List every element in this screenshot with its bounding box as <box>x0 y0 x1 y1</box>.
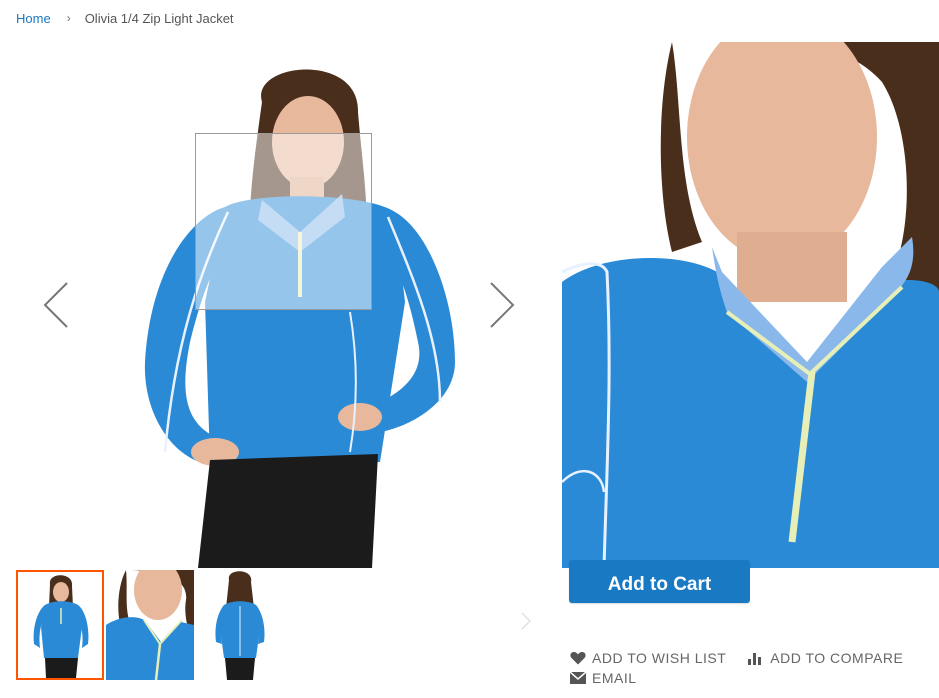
add-to-wishlist-link[interactable]: ADD TO WISH LIST <box>570 650 726 666</box>
thumbnail-strip <box>16 570 284 680</box>
add-to-compare-link[interactable]: ADD TO COMPARE <box>748 650 903 666</box>
product-photo-zoomed <box>562 42 939 568</box>
chevron-right-icon <box>521 612 531 630</box>
email-link[interactable]: EMAIL <box>570 670 637 686</box>
zoom-lens[interactable] <box>195 133 372 310</box>
breadcrumb-current: Olivia 1/4 Zip Light Jacket <box>84 10 234 26</box>
thumbnail-image <box>215 571 265 680</box>
product-social-links: ADD TO WISH LIST ADD TO COMPARE EMAIL <box>570 648 930 688</box>
thumbnail-front[interactable] <box>16 570 104 680</box>
thumbnail-image <box>33 575 89 678</box>
zoomed-image-panel <box>562 42 939 568</box>
breadcrumb: Home › Olivia 1/4 Zip Light Jacket <box>16 9 234 27</box>
thumbnail-closeup[interactable] <box>106 570 194 680</box>
envelope-icon <box>570 672 586 684</box>
breadcrumb-separator: › <box>66 11 71 25</box>
heart-icon <box>570 652 586 665</box>
chevron-right-icon <box>490 282 515 328</box>
thumbnail-next-button[interactable] <box>518 610 534 632</box>
email-label: EMAIL <box>592 670 637 686</box>
add-to-compare-label: ADD TO COMPARE <box>770 650 904 666</box>
chevron-left-icon <box>43 282 68 328</box>
breadcrumb-home-link[interactable]: Home <box>16 11 51 26</box>
thumbnail-back[interactable] <box>196 570 284 680</box>
gallery-prev-button[interactable] <box>36 280 76 330</box>
gallery-next-button[interactable] <box>482 280 522 330</box>
add-to-wishlist-label: ADD TO WISH LIST <box>592 650 727 666</box>
bar-chart-icon <box>748 653 762 665</box>
main-product-image[interactable] <box>0 42 560 568</box>
add-to-cart-button[interactable]: Add to Cart <box>569 560 750 603</box>
thumbnail-image <box>106 570 194 680</box>
